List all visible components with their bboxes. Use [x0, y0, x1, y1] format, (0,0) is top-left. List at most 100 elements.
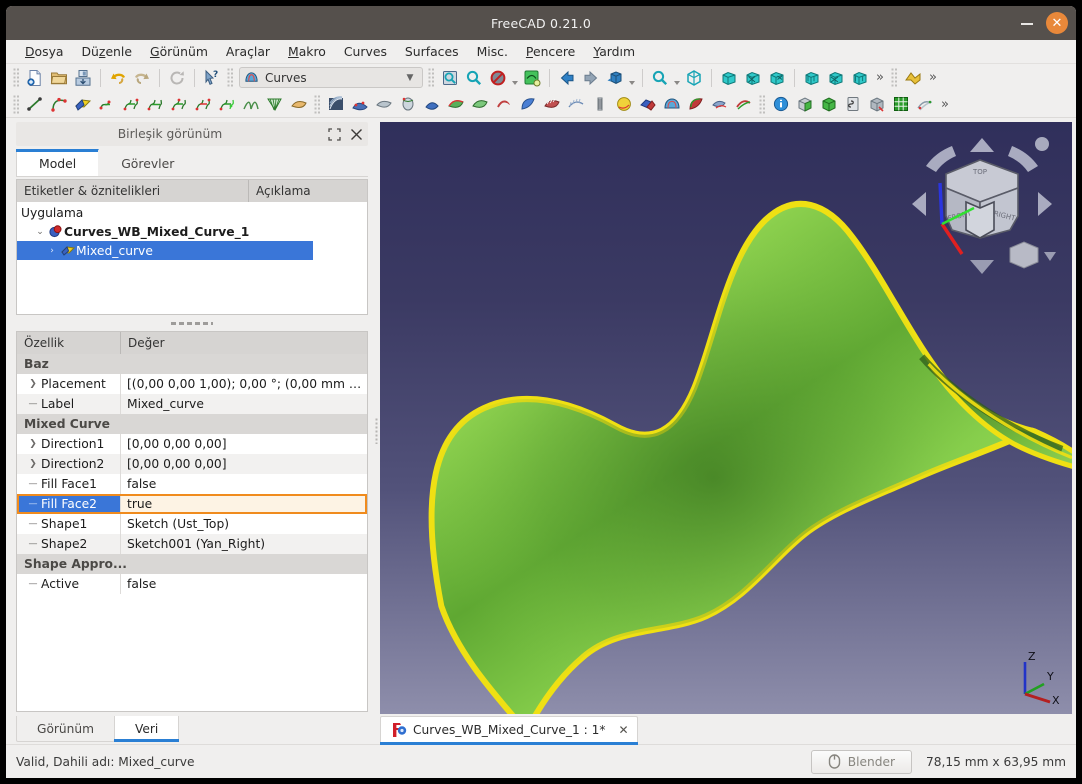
- close-button[interactable]: ✕: [1046, 12, 1068, 34]
- surface-mirror-icon[interactable]: [733, 93, 755, 115]
- surface-curvature-icon[interactable]: [541, 93, 563, 115]
- solid-box-icon[interactable]: [794, 93, 816, 115]
- chevron-down-icon[interactable]: [510, 68, 520, 88]
- curve-bspline-icon[interactable]: [48, 93, 70, 115]
- toolbar-grip[interactable]: [227, 68, 234, 87]
- property-value-cell[interactable]: [(0,00 0,00 1,00); 0,00 °; (0,00 mm …: [121, 374, 367, 394]
- info-icon[interactable]: [770, 93, 792, 115]
- zoom-icon[interactable]: [649, 67, 671, 89]
- toolbar-grip[interactable]: [891, 68, 898, 87]
- property-column-value[interactable]: Değer: [121, 332, 367, 354]
- property-row[interactable]: ❯ Placement [(0,00 0,00 1,00); 0,00 °; (0,…: [17, 374, 367, 394]
- toolbar-overflow-icon[interactable]: »: [925, 70, 941, 85]
- menu-item-curves[interactable]: Curves: [335, 42, 396, 61]
- toolbar-overflow-icon[interactable]: »: [937, 97, 953, 112]
- undock-icon[interactable]: [324, 124, 344, 144]
- property-row[interactable]: ❯ Direction2 [0,00 0,00 0,00]: [17, 454, 367, 474]
- menu-item-dosya[interactable]: Dosya: [16, 42, 73, 61]
- property-name-cell[interactable]: — Label: [17, 394, 121, 414]
- curve-discretize-icon[interactable]: [168, 93, 190, 115]
- menu-item-makro[interactable]: Makro: [279, 42, 335, 61]
- curve-blend-icon[interactable]: [240, 93, 262, 115]
- property-name-cell[interactable]: — Active: [17, 574, 121, 594]
- front-view-icon[interactable]: [718, 67, 740, 89]
- property-column-name[interactable]: Özellik: [17, 332, 121, 354]
- isometric-view-icon[interactable]: [683, 67, 705, 89]
- property-value-cell[interactable]: Mixed_curve: [121, 394, 367, 414]
- surface-bend-icon[interactable]: [517, 93, 539, 115]
- tree-expand-icon[interactable]: ⌄: [33, 227, 47, 237]
- surface-thread-icon[interactable]: [589, 93, 611, 115]
- document-tab[interactable]: Curves_WB_Mixed_Curve_1 : 1* ✕: [380, 716, 639, 745]
- bottom-view-icon[interactable]: [825, 67, 847, 89]
- chevron-down-icon[interactable]: [672, 68, 682, 88]
- surface-profile-icon[interactable]: [421, 93, 443, 115]
- property-row[interactable]: — Shape1 Sketch (Ust_Top): [17, 514, 367, 534]
- tree-column-labels[interactable]: Etiketler & öznitelikleri: [17, 180, 249, 202]
- toolbar-grip[interactable]: [428, 68, 435, 87]
- sketch-box-icon[interactable]: [866, 93, 888, 115]
- property-value-cell[interactable]: false: [121, 474, 367, 494]
- property-value-cell[interactable]: true: [121, 494, 367, 514]
- curve-approximate-icon[interactable]: [192, 93, 214, 115]
- menu-item-d-zenle[interactable]: Düzenle: [73, 42, 141, 61]
- menu-item-ara-lar[interactable]: Araçlar: [217, 42, 279, 61]
- save-document-icon[interactable]: [72, 67, 94, 89]
- open-document-icon[interactable]: [48, 67, 70, 89]
- property-name-cell[interactable]: ❯ Direction1: [17, 434, 121, 454]
- tree-item[interactable]: Uygulama: [17, 203, 367, 222]
- property-name-cell[interactable]: — Fill Face2: [17, 494, 121, 514]
- tree-column-description[interactable]: Açıklama: [249, 180, 367, 202]
- macro-icon[interactable]: [902, 67, 924, 89]
- menu-item-yard-m[interactable]: Yardım: [584, 42, 644, 61]
- new-document-icon[interactable]: [24, 67, 46, 89]
- menu-item-g-r-n-m[interactable]: Görünüm: [141, 42, 217, 61]
- document-tab-close-icon[interactable]: ✕: [615, 722, 631, 738]
- surface-fillet-icon[interactable]: [685, 93, 707, 115]
- curve-interpolate-icon[interactable]: [216, 93, 238, 115]
- property-expand-icon[interactable]: ❯: [27, 439, 39, 449]
- green-box-icon[interactable]: [818, 93, 840, 115]
- tree-expand-icon[interactable]: ›: [45, 246, 59, 256]
- whats-this-icon[interactable]: ?: [201, 67, 223, 89]
- workbench-selector[interactable]: Curves ▼: [239, 67, 423, 88]
- redo-icon[interactable]: [131, 67, 153, 89]
- nav-forward-icon[interactable]: [580, 67, 602, 89]
- property-name-cell[interactable]: — Shape1: [17, 514, 121, 534]
- property-row[interactable]: — Shape2 Sketch001 (Yan_Right): [17, 534, 367, 554]
- property-value-cell[interactable]: Sketch001 (Yan_Right): [121, 534, 367, 554]
- surface-flatten-icon[interactable]: [445, 93, 467, 115]
- chevron-down-icon[interactable]: ▼: [402, 73, 418, 83]
- surface-loft-icon[interactable]: [661, 93, 683, 115]
- chevron-down-icon[interactable]: [627, 68, 637, 88]
- surface-pipeshell-icon[interactable]: [397, 93, 419, 115]
- tab-g-revler[interactable]: Görevler: [98, 149, 198, 176]
- property-value-cell[interactable]: Sketch (Ust_Top): [121, 514, 367, 534]
- sketch-tool-icon[interactable]: [842, 93, 864, 115]
- tab-g-r-n-m[interactable]: Görünüm: [16, 716, 115, 742]
- curve-join-icon[interactable]: [96, 93, 118, 115]
- sketch-mirror-icon[interactable]: [914, 93, 936, 115]
- tab-model[interactable]: Model: [16, 149, 100, 176]
- property-name-cell[interactable]: ❯ Direction2: [17, 454, 121, 474]
- tab-veri[interactable]: Veri: [113, 716, 180, 742]
- close-icon[interactable]: [346, 124, 366, 144]
- property-value-cell[interactable]: [0,00 0,00 0,00]: [121, 454, 367, 474]
- surface-gordon-icon[interactable]: [325, 93, 347, 115]
- toolbar-grip[interactable]: [13, 68, 20, 87]
- refresh-icon[interactable]: [166, 67, 188, 89]
- surface-reflect-icon[interactable]: [709, 93, 731, 115]
- surface-blend-icon[interactable]: [349, 93, 371, 115]
- navigation-style-button[interactable]: Blender: [810, 749, 913, 774]
- property-expand-icon[interactable]: ❯: [27, 379, 39, 389]
- surface-trim-icon[interactable]: [469, 93, 491, 115]
- property-row[interactable]: — Label Mixed_curve: [17, 394, 367, 414]
- visibility-icon[interactable]: [521, 67, 543, 89]
- top-view-icon[interactable]: [742, 67, 764, 89]
- property-expand-icon[interactable]: ❯: [27, 459, 39, 469]
- fit-selection-icon[interactable]: [463, 67, 485, 89]
- property-name-cell[interactable]: ❯ Placement: [17, 374, 121, 394]
- fit-all-icon[interactable]: [439, 67, 461, 89]
- toolbar-grip[interactable]: [13, 94, 20, 114]
- mixed-curve-icon[interactable]: [72, 93, 94, 115]
